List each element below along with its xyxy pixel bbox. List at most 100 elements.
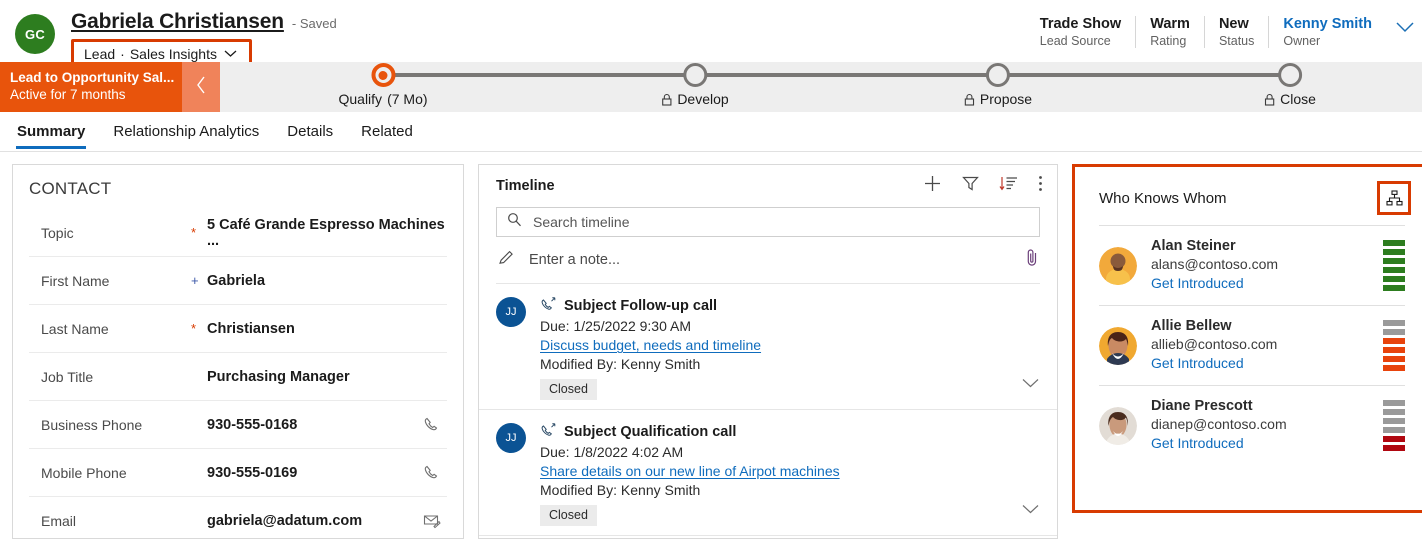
contact-name: Alan Steiner bbox=[1151, 238, 1383, 254]
required-marker: * bbox=[191, 226, 207, 239]
contact-meta: Alan Steiner alans@contoso.com Get Intro… bbox=[1151, 238, 1383, 293]
timeline-item-description[interactable]: Share details on our new line of Airpot … bbox=[540, 463, 1043, 479]
who-knows-whom-contact[interactable]: Allie Bellew allieb@contoso.com Get Intr… bbox=[1075, 306, 1422, 385]
avatar bbox=[1099, 247, 1137, 285]
field-topic[interactable]: Topic * 5 Café Grande Espresso Machines … bbox=[29, 209, 447, 257]
process-name: Lead to Opportunity Sal... bbox=[10, 69, 182, 86]
strength-bar bbox=[1383, 418, 1405, 424]
timeline-actions bbox=[923, 174, 1043, 198]
quick-field-label: Status bbox=[1219, 34, 1254, 48]
tab-relationship-analytics[interactable]: Relationship Analytics bbox=[112, 115, 260, 149]
strength-bar bbox=[1383, 329, 1405, 335]
business-process-flow: Lead to Opportunity Sal... Active for 7 … bbox=[0, 62, 1422, 112]
phone-icon[interactable] bbox=[423, 416, 447, 434]
quick-field-lead-source[interactable]: Trade Show Lead Source bbox=[1026, 16, 1135, 48]
timeline-title: Timeline bbox=[496, 178, 555, 194]
tab-summary[interactable]: Summary bbox=[16, 115, 86, 149]
record-title-block: Gabriela Christiansen - Saved Lead · Sal… bbox=[71, 10, 337, 70]
recommended-marker: + bbox=[191, 274, 207, 287]
entity-type-label: Lead bbox=[84, 46, 115, 62]
filter-icon[interactable] bbox=[962, 175, 979, 197]
header-chevron-down-icon[interactable] bbox=[1386, 16, 1416, 38]
field-job-title[interactable]: Job Title Purchasing Manager bbox=[29, 353, 447, 401]
who-knows-whom-contact[interactable]: Alan Steiner alans@contoso.com Get Intro… bbox=[1075, 226, 1422, 305]
process-collapse-button[interactable] bbox=[182, 62, 220, 112]
field-label: Mobile Phone bbox=[41, 465, 191, 481]
get-introduced-link[interactable]: Get Introduced bbox=[1151, 355, 1244, 371]
process-stage-qualify[interactable]: Qualify (7 Mo) bbox=[338, 62, 427, 107]
stage-label: Close bbox=[1264, 91, 1316, 107]
strength-bar bbox=[1383, 267, 1405, 273]
field-first-name[interactable]: First Name + Gabriela bbox=[29, 257, 447, 305]
quick-field-value: Warm bbox=[1150, 16, 1190, 32]
org-chart-icon[interactable] bbox=[1377, 181, 1411, 215]
strength-bar bbox=[1383, 285, 1405, 291]
record-header: GC Gabriela Christiansen - Saved Lead · … bbox=[0, 0, 1422, 62]
phone-icon[interactable] bbox=[423, 464, 447, 482]
relationship-strength-indicator bbox=[1383, 400, 1405, 451]
attachment-icon[interactable] bbox=[1025, 248, 1040, 272]
stage-label: Qualify (7 Mo) bbox=[338, 91, 427, 107]
timeline-item-description[interactable]: Discuss budget, needs and timeline bbox=[540, 337, 1043, 353]
strength-bar bbox=[1383, 436, 1405, 442]
field-mobile-phone[interactable]: Mobile Phone 930-555-0169 bbox=[29, 449, 447, 497]
process-stages: Qualify (7 Mo) Develop bbox=[220, 62, 1422, 112]
stage-node-pending bbox=[986, 63, 1010, 87]
field-value: Gabriela bbox=[207, 273, 447, 289]
quick-field-status[interactable]: New Status bbox=[1204, 16, 1268, 48]
timeline-search[interactable] bbox=[496, 207, 1040, 237]
timeline-item[interactable]: JJ Subject Qualification call Due: 1/8/2… bbox=[479, 410, 1057, 536]
who-knows-whom-section: Who Knows Whom bbox=[1072, 164, 1422, 513]
process-stage-propose[interactable]: Propose bbox=[964, 62, 1032, 107]
chevron-down-icon[interactable] bbox=[1022, 501, 1039, 519]
tab-related[interactable]: Related bbox=[360, 115, 414, 149]
timeline-note-composer[interactable] bbox=[496, 237, 1040, 284]
timeline-search-wrap bbox=[479, 207, 1057, 237]
quick-field-value[interactable]: Kenny Smith bbox=[1283, 16, 1372, 32]
field-email[interactable]: Email gabriela@adatum.com bbox=[29, 497, 447, 545]
search-icon bbox=[507, 212, 522, 232]
stage-name: Qualify bbox=[338, 91, 382, 107]
relationship-strength-indicator bbox=[1383, 320, 1405, 371]
contact-email: alans@contoso.com bbox=[1151, 256, 1383, 272]
quick-field-owner[interactable]: Kenny Smith Owner bbox=[1268, 16, 1386, 48]
get-introduced-link[interactable]: Get Introduced bbox=[1151, 435, 1244, 451]
avatar: JJ bbox=[496, 297, 526, 327]
page-title: Gabriela Christiansen bbox=[71, 10, 284, 34]
chevron-down-icon[interactable] bbox=[1022, 375, 1039, 393]
field-label: First Name bbox=[41, 273, 191, 289]
timeline-section: Timeline bbox=[478, 164, 1058, 539]
process-stage-close[interactable]: Close bbox=[1264, 62, 1316, 107]
timeline-item-subject: Subject Qualification call bbox=[564, 424, 736, 440]
search-input[interactable] bbox=[531, 213, 1029, 231]
get-introduced-link[interactable]: Get Introduced bbox=[1151, 275, 1244, 291]
more-commands-icon[interactable] bbox=[1038, 175, 1043, 197]
chevron-down-icon[interactable] bbox=[224, 45, 237, 63]
note-input[interactable] bbox=[527, 251, 1013, 269]
add-icon[interactable] bbox=[923, 174, 942, 198]
sort-icon[interactable] bbox=[999, 175, 1018, 197]
status-badge: Closed bbox=[540, 379, 597, 400]
quick-field-value: Trade Show bbox=[1040, 16, 1121, 32]
process-banner[interactable]: Lead to Opportunity Sal... Active for 7 … bbox=[0, 62, 182, 112]
tab-details[interactable]: Details bbox=[286, 115, 334, 149]
timeline-item-content: Subject Follow-up call Due: 1/25/2022 9:… bbox=[540, 296, 1043, 400]
field-value: 930-555-0169 bbox=[207, 465, 423, 481]
stage-node-active bbox=[371, 63, 395, 87]
field-value: gabriela@adatum.com bbox=[207, 513, 423, 529]
avatar-initials: JJ bbox=[506, 306, 517, 318]
field-business-phone[interactable]: Business Phone 930-555-0168 bbox=[29, 401, 447, 449]
process-stage-develop[interactable]: Develop bbox=[661, 62, 728, 107]
strength-bar bbox=[1383, 445, 1405, 451]
contact-email: dianep@contoso.com bbox=[1151, 416, 1383, 432]
field-last-name[interactable]: Last Name * Christiansen bbox=[29, 305, 447, 353]
record-avatar: GC bbox=[15, 14, 55, 54]
who-knows-whom-contact[interactable]: Diane Prescott dianep@contoso.com Get In… bbox=[1075, 386, 1422, 465]
field-label: Last Name bbox=[41, 321, 191, 337]
field-value: 5 Café Grande Espresso Machines ... bbox=[207, 217, 447, 249]
timeline-item[interactable]: JJ Subject Follow-up call Due: 1/25/2022… bbox=[479, 284, 1057, 410]
timeline-header: Timeline bbox=[479, 165, 1057, 207]
email-icon[interactable] bbox=[423, 513, 447, 529]
breadcrumb-separator: · bbox=[120, 46, 125, 62]
quick-field-rating[interactable]: Warm Rating bbox=[1135, 16, 1204, 48]
